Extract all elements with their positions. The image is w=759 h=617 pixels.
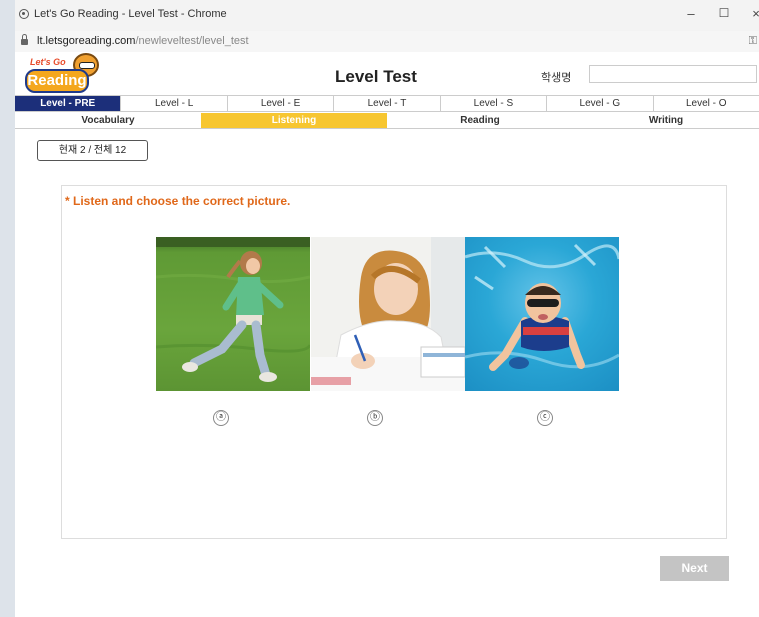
tab-listening[interactable]: Listening <box>201 113 387 128</box>
tab-vocabulary[interactable]: Vocabulary <box>15 113 201 128</box>
question-counter: 현재 2 / 전체 12 <box>37 140 148 161</box>
choice-c-radio[interactable]: ⓒ <box>537 410 553 426</box>
desktop-background <box>0 0 15 617</box>
url-path: /newleveltest/level_test <box>135 35 249 47</box>
student-name-field[interactable] <box>589 65 757 83</box>
next-button[interactable]: Next <box>660 556 729 581</box>
tab-reading[interactable]: Reading <box>387 113 573 128</box>
tab-level-t[interactable]: Level - T <box>334 96 441 111</box>
choice-b-radio[interactable]: ⓑ <box>367 410 383 426</box>
tab-level-s[interactable]: Level - S <box>441 96 548 111</box>
key-icon[interactable]: ⚿ <box>749 35 757 48</box>
lock-icon <box>21 34 28 45</box>
logo-main-text: Reading <box>25 69 89 93</box>
choice-b-image[interactable] <box>311 237 465 391</box>
title-bar: Let's Go Reading - Level Test - Chrome –… <box>15 0 759 32</box>
tab-writing[interactable]: Writing <box>573 113 759 128</box>
question-panel: * Listen and choose the correct picture. <box>61 185 727 539</box>
tab-level-e[interactable]: Level - E <box>228 96 335 111</box>
choice-a-image[interactable] <box>156 237 310 391</box>
browser-window: Let's Go Reading - Level Test - Chrome –… <box>15 0 759 617</box>
student-name-label: 학생명 <box>541 72 572 84</box>
choice-c-image[interactable] <box>465 237 619 391</box>
url-text[interactable]: lt.letsgoreading.com/newleveltest/level_… <box>37 35 249 47</box>
window-title: Let's Go Reading - Level Test - Chrome <box>34 8 227 20</box>
tab-level-o[interactable]: Level - O <box>654 96 759 111</box>
page-title: Level Test <box>335 67 417 86</box>
maximize-button[interactable]: ☐ <box>714 6 734 20</box>
girl-running-illustration <box>156 237 310 382</box>
girl-writing-illustration <box>311 237 465 391</box>
page-header: Let's Go Reading Level Test 학생명 <box>15 52 759 95</box>
tab-level-pre[interactable]: Level - PRE <box>15 96 122 111</box>
chrome-icon <box>19 9 29 19</box>
choice-a-radio[interactable]: ⓐ <box>213 410 229 426</box>
logo-top-text: Let's Go <box>30 57 66 67</box>
tab-level-g[interactable]: Level - G <box>547 96 654 111</box>
address-bar[interactable]: lt.letsgoreading.com/newleveltest/level_… <box>15 31 759 53</box>
tab-level-l[interactable]: Level - L <box>121 96 228 111</box>
lets-go-reading-logo[interactable]: Let's Go Reading <box>25 52 101 94</box>
close-button[interactable]: × <box>746 6 759 21</box>
question-instruction: * Listen and choose the correct picture. <box>65 194 291 208</box>
minimize-button[interactable]: – <box>681 6 701 21</box>
level-tabs: Level - PRE Level - L Level - E Level - … <box>15 95 759 112</box>
boy-swimming-illustration <box>465 243 619 371</box>
url-domain: lt.letsgoreading.com <box>37 35 136 47</box>
section-tabs: Vocabulary Listening Reading Writing <box>15 113 759 129</box>
